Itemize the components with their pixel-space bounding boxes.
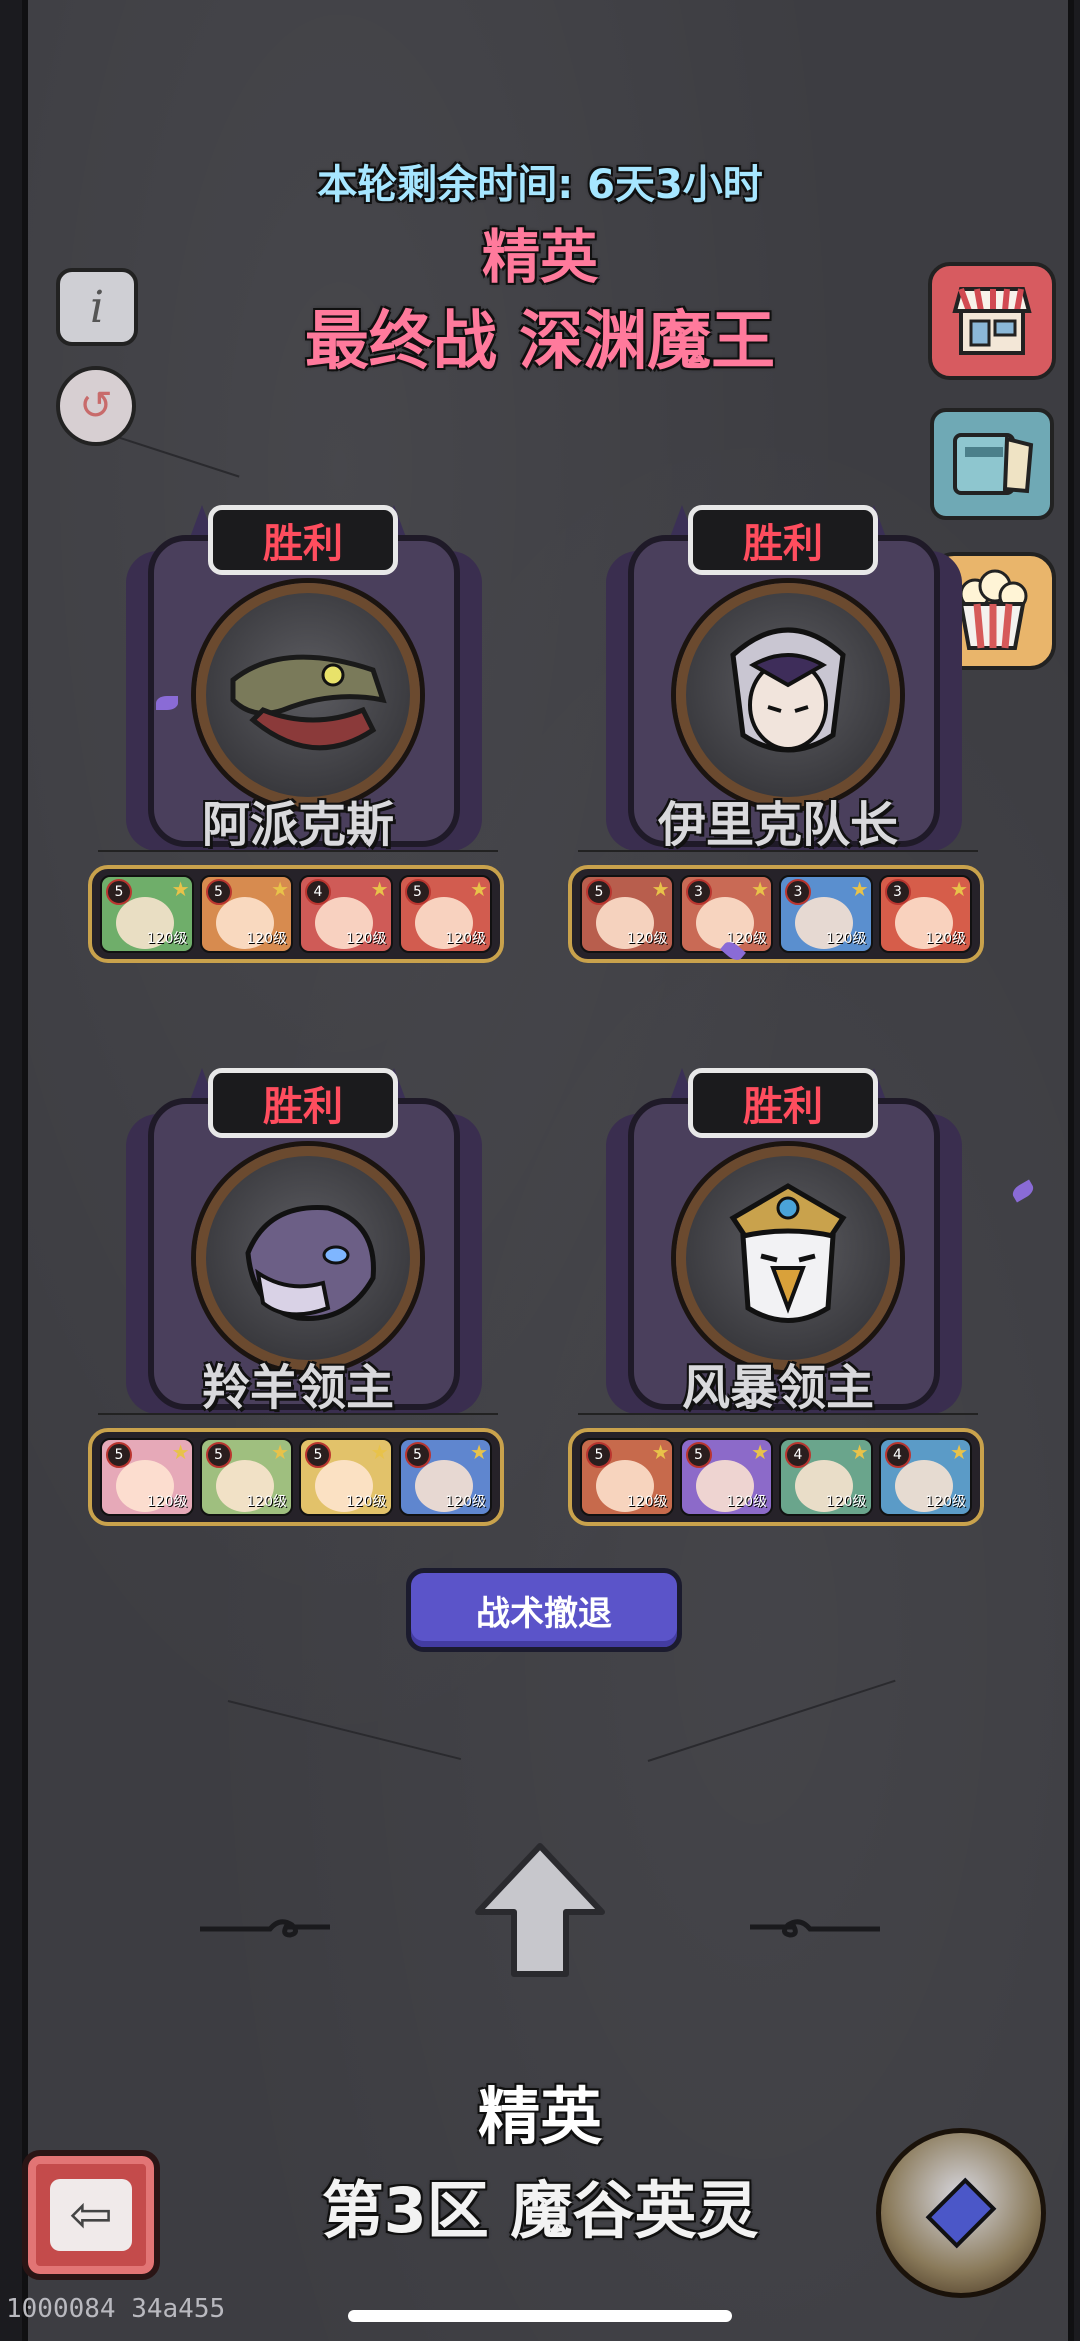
refresh-icon: ↺ (79, 383, 113, 429)
info-icon: i (89, 281, 105, 333)
hero-slot[interactable]: 5 ★ 120级 (398, 875, 492, 953)
hero-team: 5 ★ 120级 5 ★ 120级 4 ★ 120级 4 ★ 120级 (568, 1428, 984, 1526)
storm-lord-portrait (676, 1146, 900, 1370)
hero-slot[interactable]: 4 ★ 120级 (779, 1438, 873, 1516)
hero-slot[interactable]: 3 ★ 120级 (878, 875, 972, 953)
book-button[interactable] (930, 408, 1054, 520)
victory-badge: 胜利 (688, 505, 878, 575)
refresh-button[interactable]: ↺ (56, 366, 136, 446)
boss-name: 伊里克队长 (657, 797, 898, 853)
info-button[interactable]: i (56, 268, 138, 346)
hero-slot[interactable]: 5 ★ 120级 (199, 1438, 293, 1516)
hero-slot[interactable]: 4 ★ 120级 (299, 875, 393, 953)
boss-name: 风暴领主 (681, 1360, 874, 1416)
boss-card-4[interactable]: 胜利 风暴领主 5 ★ 120级 5 ★ 120级 4 ★ 120级 4 ★ 120级 (568, 1068, 988, 1528)
round-timer: 本轮剩余时间: 6天3小时 (317, 162, 763, 208)
shop-button[interactable] (928, 262, 1056, 380)
hero-slot[interactable]: 5 ★ 120级 (100, 1438, 194, 1516)
build-id: 1000084 34a455 (6, 2294, 226, 2324)
boss-card-1[interactable]: 胜利 阿派克斯 5 ★ 120级 5 ★ 120级 4 ★ 120级 5 ★ 120级 (88, 505, 508, 965)
back-arrow-icon: ⇦ (69, 2185, 113, 2245)
hero-slot[interactable]: 3 ★ 120级 (779, 875, 873, 953)
antelope-lord-portrait (196, 1146, 420, 1370)
crocodile-icon (230, 654, 387, 751)
petal-decoration (156, 696, 178, 710)
hero-team: 5 ★ 120级 5 ★ 120级 5 ★ 120级 5 ★ 120级 (88, 1428, 504, 1526)
hero-slot[interactable]: 5 ★ 120级 (199, 875, 293, 953)
boss-card-3[interactable]: 胜利 羚羊领主 5 ★ 120级 5 ★ 120级 5 ★ 120级 5 ★ 120级 (88, 1068, 508, 1528)
up-arrow-icon[interactable] (470, 1840, 610, 1980)
hero-team: 5 ★ 120级 5 ★ 120级 4 ★ 120级 5 ★ 120级 (88, 865, 504, 963)
right-swirl-ornament (750, 1919, 880, 1938)
victory-badge: 胜利 (688, 1068, 878, 1138)
boss-name: 阿派克斯 (201, 797, 394, 853)
difficulty-tier: 精英 (481, 223, 598, 291)
hero-slot[interactable]: 5 ★ 120级 (580, 1438, 674, 1516)
hero-slot[interactable]: 5 ★ 120级 (398, 1438, 492, 1516)
hero-slot[interactable]: 5 ★ 120级 (100, 875, 194, 953)
back-button[interactable]: ⇦ (22, 2150, 160, 2280)
victory-badge: 胜利 (208, 1068, 398, 1138)
crocodile-boss-portrait (196, 583, 420, 807)
left-swirl-ornament (200, 1919, 330, 1938)
victory-badge: 胜利 (208, 505, 398, 575)
shop-icon (952, 287, 1032, 355)
boss-name: 羚羊领主 (201, 1360, 394, 1416)
hero-slot[interactable]: 4 ★ 120级 (878, 1438, 972, 1516)
antelope-lord-icon (245, 1205, 376, 1321)
helmet-icon (925, 2177, 997, 2249)
tactical-retreat-button[interactable]: 战术撤退 (406, 1568, 682, 1652)
final-battle-title: 最终战 深渊魔王 (304, 305, 776, 379)
elf-captain-icon (730, 627, 846, 753)
book-icon (953, 433, 1034, 495)
eagle-icon (729, 1183, 847, 1323)
hero-team: 5 ★ 120级 3 ★ 120级 3 ★ 120级 3 ★ 120级 (568, 865, 984, 963)
hero-slot[interactable]: 5 ★ 120级 (580, 875, 674, 953)
boss-card-2[interactable]: 胜利 伊里克队长 5 ★ 120级 3 ★ 120级 3 ★ 120级 3 ★ 120级 (568, 505, 988, 965)
elf-captain-portrait (676, 583, 900, 807)
helmet-button[interactable] (876, 2128, 1046, 2298)
home-indicator[interactable] (348, 2310, 732, 2322)
hero-slot[interactable]: 5 ★ 120级 (299, 1438, 393, 1516)
hero-slot[interactable]: 5 ★ 120级 (679, 1438, 773, 1516)
